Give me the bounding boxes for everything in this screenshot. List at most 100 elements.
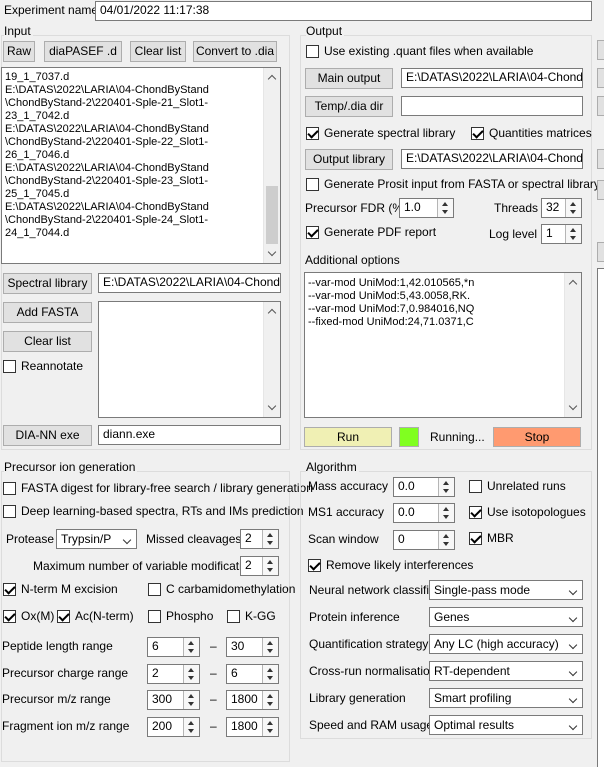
range-min-spinner[interactable]: 2: [147, 664, 200, 684]
range-max-spinner[interactable]: 30: [226, 637, 279, 657]
max-var-mods-spinner[interactable]: 2: [240, 556, 279, 576]
run-button[interactable]: Run: [304, 427, 392, 447]
stop-button[interactable]: Stop: [493, 427, 581, 447]
algorithm-option-select[interactable]: Genes: [429, 607, 583, 627]
range-max-spinner[interactable]: 6: [226, 664, 279, 684]
file-list-item[interactable]: 24_1_7044.d: [5, 227, 209, 240]
main-output-button[interactable]: Main output: [305, 68, 393, 89]
file-list-item[interactable]: 26_1_7046.d: [5, 149, 209, 162]
phospho-checkbox[interactable]: [148, 610, 161, 623]
output-library-field[interactable]: E:\DATAS\2022\LARIA\04-ChondB: [401, 149, 583, 169]
additional-options-textarea[interactable]: --var-mod UniMod:1,42.010565,*n --var-mod…: [304, 272, 582, 418]
edge-button[interactable]: [597, 242, 604, 262]
ac-nterm-label: Ac(N-term): [75, 609, 134, 623]
deep-learning-checkbox[interactable]: [3, 505, 16, 518]
protease-select[interactable]: Trypsin/P: [56, 529, 137, 549]
raw-file-list[interactable]: 19_1_7037.d E:\DATAS\2022\LARIA\04-ChondB…: [1, 67, 281, 264]
remove-interferences-checkbox[interactable]: [308, 559, 321, 572]
log-panel-edge[interactable]: [597, 268, 604, 767]
edge-button[interactable]: [597, 180, 604, 200]
scroll-down-icon[interactable]: [267, 247, 277, 257]
main-output-field[interactable]: E:\DATAS\2022\LARIA\04-ChondB: [401, 68, 583, 88]
unrelated-runs-label: Unrelated runs: [487, 479, 566, 493]
spectral-library-field[interactable]: E:\DATAS\2022\LARIA\04-ChondBy: [98, 273, 281, 293]
algorithm-option-value: Genes: [434, 610, 470, 624]
file-list-item[interactable]: E:\DATAS\2022\LARIA\04-ChondByStand: [5, 201, 209, 214]
scroll-thumb[interactable]: [266, 186, 278, 244]
edge-button[interactable]: [597, 96, 604, 116]
range-max-spinner[interactable]: 1800: [226, 717, 279, 737]
algorithm-option-select[interactable]: RT-dependent: [429, 661, 583, 681]
algorithm-option-select[interactable]: Smart profiling: [429, 688, 583, 708]
file-list-item[interactable]: \ChondByStand-2\220401-Sple-21_Slot1-: [5, 97, 209, 110]
range-max-spinner[interactable]: 1800: [226, 690, 279, 710]
raw-button[interactable]: Raw: [3, 41, 35, 62]
fasta-list[interactable]: [98, 301, 281, 418]
generate-spectral-library-checkbox[interactable]: [306, 127, 319, 140]
additional-options-scrollbar[interactable]: [564, 273, 581, 417]
file-list-item[interactable]: E:\DATAS\2022\LARIA\04-ChondByStand: [5, 123, 209, 136]
file-list-item[interactable]: 19_1_7037.d: [5, 71, 209, 84]
file-list-item[interactable]: 25_1_7045.d: [5, 188, 209, 201]
algorithm-option-select[interactable]: Optimal results: [429, 715, 583, 735]
algorithm-option-value: Any LC (high accuracy): [434, 637, 559, 651]
diann-exe-button[interactable]: DIA-NN exe: [3, 425, 92, 446]
file-list-item[interactable]: E:\DATAS\2022\LARIA\04-ChondByStand: [5, 162, 209, 175]
edge-button[interactable]: [597, 40, 604, 60]
scan-window-spinner[interactable]: 0: [393, 530, 455, 550]
file-list-item[interactable]: E:\DATAS\2022\LARIA\04-ChondByStand: [5, 84, 209, 97]
output-library-button[interactable]: Output library: [305, 149, 393, 170]
c-carbamidomethylation-checkbox[interactable]: [148, 583, 161, 596]
file-list-item[interactable]: 23_1_7042.d: [5, 110, 209, 123]
pdf-report-checkbox[interactable]: [306, 226, 319, 239]
missed-cleavages-spinner[interactable]: 2: [240, 529, 279, 549]
algorithm-option-select[interactable]: Any LC (high accuracy): [429, 634, 583, 654]
fasta-list-scrollbar[interactable]: [263, 302, 280, 417]
prosit-checkbox[interactable]: [306, 178, 319, 191]
reannotate-checkbox[interactable]: [3, 360, 16, 373]
convert-dia-button[interactable]: Convert to .dia: [193, 41, 277, 62]
scroll-up-icon[interactable]: [568, 279, 578, 289]
mass-accuracy-spinner[interactable]: 0.0: [393, 477, 455, 497]
temp-dir-field[interactable]: [401, 96, 583, 116]
range-min-spinner[interactable]: 200: [147, 717, 200, 737]
algorithm-option-select[interactable]: Single-pass mode: [429, 580, 583, 600]
file-list-item[interactable]: \ChondByStand-2\220401-Sple-23_Slot1-: [5, 175, 209, 188]
file-list-scrollbar[interactable]: [263, 68, 280, 263]
diann-exe-field[interactable]: diann.exe: [98, 425, 281, 445]
spectral-library-button[interactable]: Spectral library: [3, 273, 92, 294]
range-min-spinner[interactable]: 300: [147, 690, 200, 710]
file-list-item[interactable]: \ChondByStand-2\220401-Sple-22_Slot1-: [5, 136, 209, 149]
scroll-up-icon[interactable]: [267, 74, 277, 84]
clear-list-button[interactable]: Clear list: [130, 41, 186, 62]
kgg-checkbox[interactable]: [227, 610, 240, 623]
file-list-item[interactable]: \ChondByStand-2\220401-Sple-24_Slot1-: [5, 214, 209, 227]
range-max-value: 1800: [231, 719, 258, 733]
mbr-checkbox[interactable]: [469, 532, 482, 545]
add-fasta-button[interactable]: Add FASTA: [3, 302, 92, 323]
fasta-digest-checkbox[interactable]: [3, 482, 16, 495]
clear-fasta-button[interactable]: Clear list: [3, 331, 92, 352]
range-min-spinner[interactable]: 6: [147, 637, 200, 657]
scroll-up-icon[interactable]: [267, 308, 277, 318]
use-existing-quant-checkbox[interactable]: [306, 45, 319, 58]
threads-spinner[interactable]: 32: [541, 198, 582, 218]
diapasef-button[interactable]: diaPASEF .d: [44, 41, 122, 62]
precursor-fdr-spinner[interactable]: 1.0: [399, 198, 454, 218]
experiment-name-field[interactable]: 04/01/2022 11:17:38: [95, 1, 592, 21]
status-indicator: [399, 427, 419, 447]
ms1-accuracy-spinner[interactable]: 0.0: [393, 503, 455, 523]
isotopologues-checkbox[interactable]: [469, 506, 482, 519]
nterm-excision-checkbox[interactable]: [3, 583, 16, 596]
temp-dir-button[interactable]: Temp/.dia dir: [305, 96, 393, 117]
log-level-spinner[interactable]: 1: [541, 224, 582, 244]
scroll-down-icon[interactable]: [568, 401, 578, 411]
algorithm-option-value: Optimal results: [434, 718, 515, 732]
edge-button[interactable]: [597, 149, 604, 169]
ox-m-checkbox[interactable]: [3, 610, 16, 623]
scroll-down-icon[interactable]: [267, 401, 277, 411]
unrelated-runs-checkbox[interactable]: [469, 480, 482, 493]
edge-button[interactable]: [597, 68, 604, 88]
ac-nterm-checkbox[interactable]: [57, 610, 70, 623]
quantities-matrices-checkbox[interactable]: [471, 127, 484, 140]
